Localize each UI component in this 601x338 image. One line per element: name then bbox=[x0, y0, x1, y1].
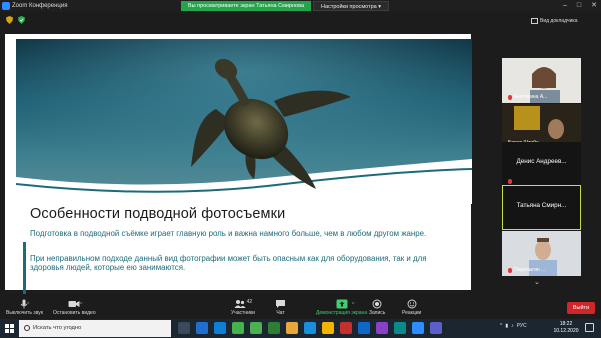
participant-name-card: Татьяна Смирн... bbox=[516, 202, 567, 209]
mic-muted-icon bbox=[508, 94, 512, 100]
edge-icon[interactable] bbox=[304, 322, 316, 334]
grid-icon bbox=[531, 17, 538, 24]
share-screen-icon bbox=[336, 299, 348, 309]
network-icon[interactable]: ▮ bbox=[505, 323, 508, 329]
mic-muted-icon bbox=[508, 267, 512, 273]
participants-button[interactable]: 42 Участники bbox=[231, 299, 255, 316]
minimize-button[interactable]: – bbox=[563, 1, 567, 11]
video-options-chevron-icon[interactable]: ^ bbox=[80, 302, 82, 308]
excel-icon[interactable] bbox=[268, 322, 280, 334]
share-banner: Вы просматриваете экран Татьяна Смирнова… bbox=[181, 1, 390, 11]
file-explorer-icon[interactable] bbox=[286, 322, 298, 334]
chrome-icon[interactable] bbox=[322, 322, 334, 334]
participants-icon bbox=[234, 300, 246, 308]
chat-icon bbox=[276, 300, 285, 308]
participant-name: Екатерина А... bbox=[508, 94, 547, 100]
zoom-app-icon bbox=[2, 2, 10, 10]
video-camera-icon bbox=[68, 301, 80, 307]
search-icon bbox=[24, 325, 30, 331]
taskbar-search-box[interactable]: Искать что угодно bbox=[19, 320, 171, 337]
participant-name-card: Денис Андреев... bbox=[516, 158, 567, 165]
share-screen-button[interactable]: Демонстрация экрана bbox=[316, 299, 367, 316]
hidden-icons-chevron-icon[interactable]: ^ bbox=[500, 323, 502, 329]
speaker-view-label: Вид докладчика bbox=[540, 17, 578, 24]
reactions-label: Реакции bbox=[402, 310, 422, 316]
powerpoint-icon[interactable] bbox=[340, 322, 352, 334]
mute-label: Выключить звук bbox=[6, 310, 43, 316]
stop-video-label: Остановить видео bbox=[53, 310, 96, 316]
info-icon[interactable] bbox=[6, 16, 13, 24]
windows-start-icon[interactable] bbox=[5, 324, 14, 333]
zoom-window: Zoom Конференция – □ ✕ Вы просматриваете… bbox=[0, 0, 601, 338]
audio-options-chevron-icon[interactable]: ^ bbox=[27, 302, 29, 308]
stop-video-button[interactable]: Остановить видео bbox=[53, 299, 96, 316]
pinned-apps bbox=[178, 322, 442, 334]
reactions-button[interactable]: Реакции bbox=[402, 299, 421, 316]
participant-name: Перелыгин ... bbox=[508, 267, 545, 273]
clock-time: 18:22 bbox=[559, 321, 573, 327]
participants-label: Участники bbox=[231, 310, 255, 316]
sea-turtle-photo bbox=[16, 39, 472, 204]
maximize-button[interactable]: □ bbox=[577, 1, 581, 11]
record-icon bbox=[372, 299, 382, 309]
close-button[interactable]: ✕ bbox=[591, 1, 597, 11]
participant-tile[interactable]: Денис Андреев... bbox=[502, 142, 581, 187]
word-icon[interactable] bbox=[196, 322, 208, 334]
active-speaker-tile[interactable]: Татьяна Смирн... bbox=[502, 185, 581, 230]
participant-tile[interactable]: Перелыгин ... bbox=[502, 231, 581, 276]
zoom-taskbar-icon[interactable] bbox=[412, 322, 424, 334]
top-strip bbox=[0, 12, 601, 29]
app-icon-green[interactable] bbox=[232, 322, 244, 334]
view-options-button[interactable]: Настройки просмотра ▾ bbox=[313, 1, 390, 11]
participants-count: 42 bbox=[246, 299, 253, 305]
search-placeholder: Искать что угодно bbox=[33, 325, 82, 331]
taskbar-clock[interactable]: 18:22 10.12.2020 bbox=[552, 321, 580, 335]
share-status: Вы просматриваете экран Татьяна Смирнова bbox=[181, 1, 312, 11]
window-title: Zoom Конференция bbox=[12, 3, 68, 9]
mail-icon[interactable] bbox=[214, 322, 226, 334]
speaker-view-button[interactable]: Вид докладчика bbox=[531, 16, 577, 25]
app-icon-blue[interactable] bbox=[358, 322, 370, 334]
share-screen-label: Демонстрация экрана bbox=[316, 310, 368, 316]
clock-date: 10.12.2020 bbox=[553, 328, 579, 334]
participant-mute-status bbox=[508, 179, 512, 184]
volume-icon[interactable]: ♪ bbox=[511, 323, 514, 329]
mute-button[interactable]: Выключить звук bbox=[6, 299, 43, 316]
app-icon-android[interactable] bbox=[250, 322, 262, 334]
scroll-down-icon[interactable]: ⌄ bbox=[534, 278, 540, 286]
skype-icon[interactable] bbox=[394, 322, 406, 334]
teams-icon[interactable] bbox=[430, 322, 442, 334]
record-label: Запись bbox=[369, 310, 386, 316]
encryption-shield-icon[interactable] bbox=[18, 16, 25, 24]
smiley-icon bbox=[407, 299, 417, 309]
task-view-icon[interactable] bbox=[178, 322, 190, 334]
leave-meeting-button[interactable]: Выйти bbox=[567, 302, 595, 314]
notifications-icon[interactable] bbox=[585, 323, 594, 332]
chat-label: Чат bbox=[276, 310, 285, 316]
slide-title: Особенности подводной фотосъемки bbox=[30, 206, 286, 222]
shared-screen-slide bbox=[5, 34, 472, 312]
share-options-chevron-icon[interactable]: ^ bbox=[352, 302, 354, 308]
mic-muted-icon bbox=[508, 179, 512, 184]
system-tray: ^ ▮ ♪ РУС bbox=[500, 323, 527, 329]
record-button[interactable]: Запись bbox=[369, 299, 385, 316]
window-controls: – □ ✕ bbox=[563, 1, 597, 11]
participant-tile[interactable]: Екатерина А... bbox=[502, 58, 581, 103]
slide-paragraph-2: При неправильном подходе данный вид фото… bbox=[30, 254, 427, 272]
onenote-icon[interactable] bbox=[376, 322, 388, 334]
language-indicator[interactable]: РУС bbox=[517, 323, 527, 329]
slide-paragraph-1: Подготовка в подводной съёмке играет гла… bbox=[30, 229, 427, 238]
chat-button[interactable]: Чат bbox=[275, 299, 286, 316]
